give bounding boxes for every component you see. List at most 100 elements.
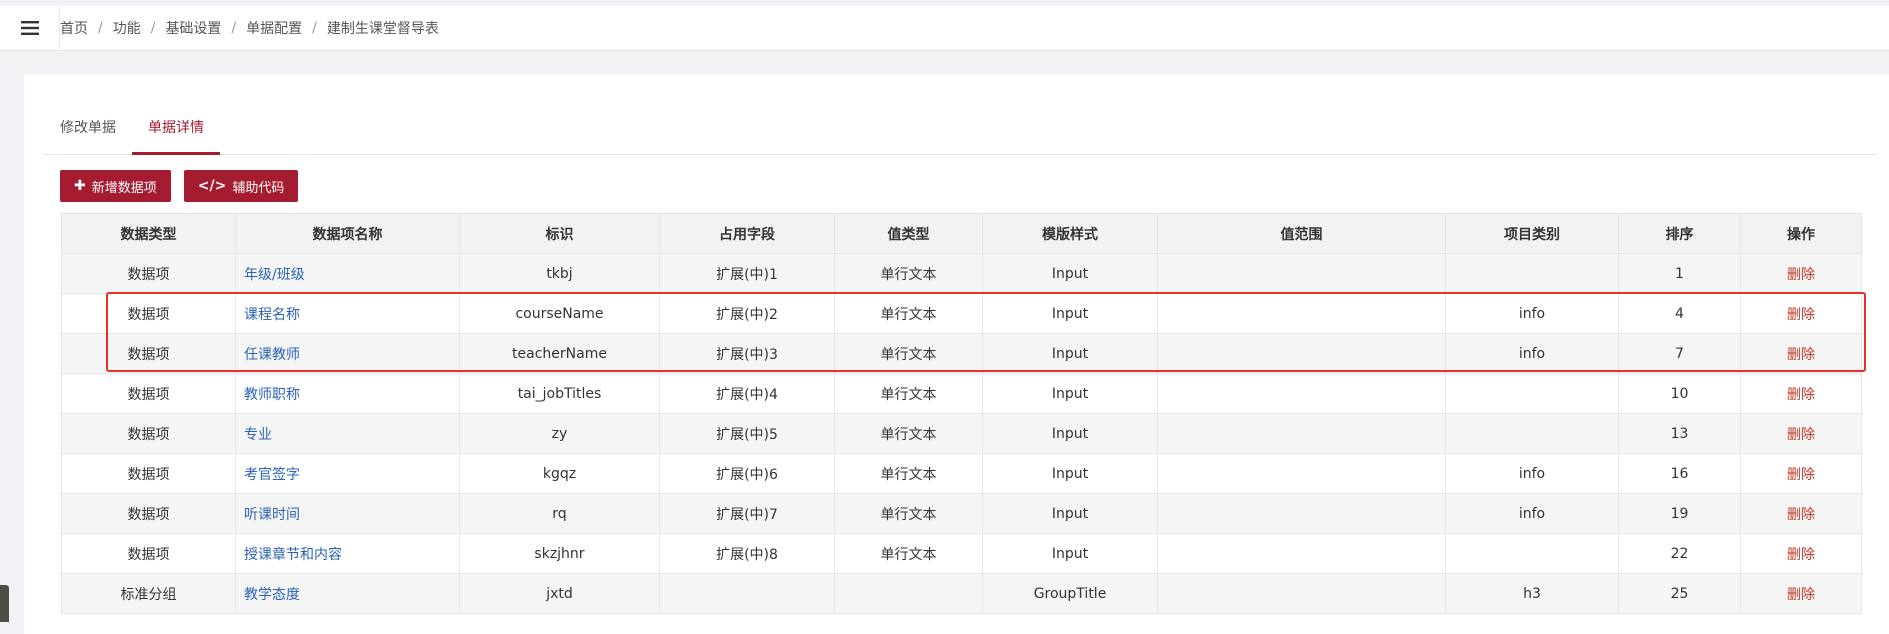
column-header: 标识 bbox=[459, 213, 660, 254]
cell-category: info bbox=[1445, 333, 1619, 374]
cell-name[interactable]: 年级/班级 bbox=[235, 253, 460, 294]
breadcrumb-item[interactable]: 单据配置 bbox=[246, 18, 302, 38]
cell-name[interactable]: 听课时间 bbox=[235, 493, 460, 534]
plus-icon: ✚ bbox=[74, 178, 86, 194]
cell-field: 扩展(中)4 bbox=[659, 373, 835, 414]
delete-link[interactable]: 删除 bbox=[1787, 307, 1815, 323]
breadcrumb-separator: / bbox=[312, 20, 317, 36]
table-header-row: 数据类型 数据项名称 标识 占用字段 值类型 模版样式 值范围 项目类别 排序 操作 bbox=[61, 213, 1862, 254]
cell-category: info bbox=[1445, 493, 1619, 534]
cell-field: 扩展(中)1 bbox=[659, 253, 835, 294]
delete-link[interactable]: 删除 bbox=[1787, 467, 1815, 483]
cell-range bbox=[1157, 493, 1446, 534]
cell-order: 22 bbox=[1618, 533, 1741, 574]
cell-vtype: 单行文本 bbox=[834, 493, 983, 534]
cell-range bbox=[1157, 413, 1446, 454]
cell-range bbox=[1157, 533, 1446, 574]
breadcrumb: 首页 / 功能 / 基础设置 / 单据配置 / 建制生课堂督导表 bbox=[60, 18, 439, 38]
cell-id: tkbj bbox=[459, 253, 660, 294]
table-row: 标准分组 教学态度 jxtd GroupTitle h3 25 删除 bbox=[61, 573, 1862, 614]
helper-code-button[interactable]: </> 辅助代码 bbox=[183, 170, 299, 202]
table-body: 数据项 年级/班级 tkbj 扩展(中)1 单行文本 Input 1 删除 数据项 课程名称 cou… bbox=[61, 253, 1862, 614]
cell-vtype: 单行文本 bbox=[834, 333, 983, 374]
cell-name[interactable]: 教学态度 bbox=[235, 573, 460, 614]
cell-op: 删除 bbox=[1740, 573, 1862, 614]
cell-name[interactable]: 课程名称 bbox=[235, 293, 460, 334]
cell-order: 13 bbox=[1618, 413, 1741, 454]
code-icon: </> bbox=[197, 178, 227, 194]
cell-name[interactable]: 考官签字 bbox=[235, 453, 460, 494]
breadcrumb-item[interactable]: 首页 bbox=[60, 18, 88, 38]
cell-range bbox=[1157, 373, 1446, 414]
cell-type: 数据项 bbox=[61, 373, 236, 414]
delete-link[interactable]: 删除 bbox=[1787, 267, 1815, 283]
cell-field: 扩展(中)2 bbox=[659, 293, 835, 334]
cell-field bbox=[659, 573, 835, 614]
delete-link[interactable]: 删除 bbox=[1787, 347, 1815, 363]
column-header: 模版样式 bbox=[982, 213, 1158, 254]
cell-field: 扩展(中)7 bbox=[659, 493, 835, 534]
tab-edit-form[interactable]: 修改单据 bbox=[44, 104, 132, 153]
cell-op: 删除 bbox=[1740, 373, 1862, 414]
table-row: 数据项 听课时间 rq 扩展(中)7 单行文本 Input info 19 删除 bbox=[61, 493, 1862, 534]
cell-vtype: 单行文本 bbox=[834, 293, 983, 334]
delete-link[interactable]: 删除 bbox=[1787, 387, 1815, 403]
cell-style: Input bbox=[982, 493, 1158, 534]
table-row: 数据项 专业 zy 扩展(中)5 单行文本 Input 13 删除 bbox=[61, 413, 1862, 454]
table-row: 数据项 教师职称 tai_jobTitles 扩展(中)4 单行文本 Input 10 删除 bbox=[61, 373, 1862, 414]
cell-id: kgqz bbox=[459, 453, 660, 494]
column-header: 值类型 bbox=[834, 213, 983, 254]
cell-order: 7 bbox=[1618, 333, 1741, 374]
cell-category: h3 bbox=[1445, 573, 1619, 614]
cell-field: 扩展(中)3 bbox=[659, 333, 835, 374]
cell-category: info bbox=[1445, 293, 1619, 334]
cell-field: 扩展(中)6 bbox=[659, 453, 835, 494]
delete-link[interactable]: 删除 bbox=[1787, 587, 1815, 603]
cell-category bbox=[1445, 413, 1619, 454]
cell-name[interactable]: 授课章节和内容 bbox=[235, 533, 460, 574]
delete-link[interactable]: 删除 bbox=[1787, 547, 1815, 563]
menu-toggle-button[interactable] bbox=[0, 6, 60, 50]
cell-range bbox=[1157, 293, 1446, 334]
breadcrumb-item[interactable]: 基础设置 bbox=[165, 18, 221, 38]
side-handle[interactable] bbox=[0, 585, 9, 622]
breadcrumb-item[interactable]: 功能 bbox=[113, 18, 141, 38]
breadcrumb-separator: / bbox=[98, 20, 103, 36]
cell-type: 标准分组 bbox=[61, 573, 236, 614]
cell-category bbox=[1445, 253, 1619, 294]
cell-name[interactable]: 任课教师 bbox=[235, 333, 460, 374]
cell-name[interactable]: 专业 bbox=[235, 413, 460, 454]
cell-style: Input bbox=[982, 453, 1158, 494]
table-row: 数据项 任课教师 teacherName 扩展(中)3 单行文本 Input info 7 删除 bbox=[61, 333, 1862, 374]
cell-field: 扩展(中)8 bbox=[659, 533, 835, 574]
cell-name[interactable]: 教师职称 bbox=[235, 373, 460, 414]
tab-bar: 修改单据 单据详情 bbox=[44, 104, 1876, 155]
column-header: 占用字段 bbox=[659, 213, 835, 254]
cell-order: 25 bbox=[1618, 573, 1741, 614]
top-bar: 首页 / 功能 / 基础设置 / 单据配置 / 建制生课堂督导表 bbox=[0, 6, 1889, 51]
table-row: 数据项 授课章节和内容 skzjhnr 扩展(中)8 单行文本 Input 22 删除 bbox=[61, 533, 1862, 574]
cell-order: 19 bbox=[1618, 493, 1741, 534]
tab-form-detail[interactable]: 单据详情 bbox=[132, 104, 220, 155]
cell-category bbox=[1445, 373, 1619, 414]
data-items-table-wrap: 数据类型 数据项名称 标识 占用字段 值类型 模版样式 值范围 项目类别 排序 操作 数据项 年级/… bbox=[61, 213, 1862, 614]
cell-op: 删除 bbox=[1740, 293, 1862, 334]
cell-type: 数据项 bbox=[61, 333, 236, 374]
delete-link[interactable]: 删除 bbox=[1787, 507, 1815, 523]
cell-order: 16 bbox=[1618, 453, 1741, 494]
add-data-item-button[interactable]: ✚ 新增数据项 bbox=[60, 170, 171, 202]
cell-range bbox=[1157, 453, 1446, 494]
breadcrumb-item: 建制生课堂督导表 bbox=[326, 21, 439, 37]
cell-type: 数据项 bbox=[61, 253, 236, 294]
cell-category bbox=[1445, 533, 1619, 574]
cell-id: rq bbox=[459, 493, 660, 534]
cell-id: courseName bbox=[459, 293, 660, 334]
delete-link[interactable]: 删除 bbox=[1787, 427, 1815, 443]
cell-vtype: 单行文本 bbox=[834, 533, 983, 574]
column-header: 值范围 bbox=[1157, 213, 1446, 254]
cell-style: Input bbox=[982, 413, 1158, 454]
cell-type: 数据项 bbox=[61, 533, 236, 574]
cell-vtype: 单行文本 bbox=[834, 413, 983, 454]
toolbar: ✚ 新增数据项 </> 辅助代码 bbox=[60, 170, 299, 202]
cell-order: 1 bbox=[1618, 253, 1741, 294]
